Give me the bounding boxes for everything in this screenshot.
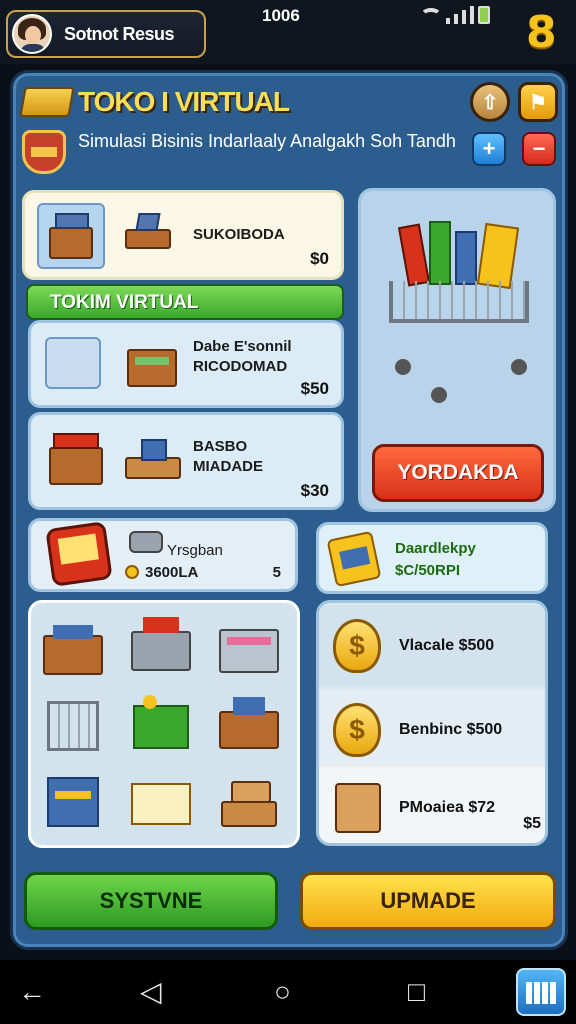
package-box-icon <box>335 783 381 833</box>
nav-recents-icon[interactable]: □ <box>408 978 425 1006</box>
wifi-icon <box>420 8 442 24</box>
snack-rack-icon[interactable] <box>217 615 281 679</box>
fruit-stand-icon[interactable] <box>129 691 193 755</box>
shop-crest-icon <box>22 130 66 174</box>
offer-item[interactable]: PMoaiea $72 $5 <box>319 767 545 843</box>
offers-list: $ Vlacale $500 $ Benbinc $500 PMoaiea $7… <box>316 600 548 846</box>
offer-item[interactable]: $ Vlacale $500 <box>319 605 545 687</box>
product-grid <box>28 600 300 848</box>
flag-icon: ⚑ <box>529 91 547 114</box>
avatar <box>12 14 52 54</box>
wire-basket-icon[interactable] <box>41 693 105 757</box>
register-thumbnail-icon <box>37 203 105 269</box>
grocery-shelf-icon[interactable] <box>129 613 193 677</box>
wheel-icon <box>395 359 411 375</box>
offer-badge: $5 <box>523 815 541 832</box>
shop-item-label: BASBO MIADADE <box>193 438 263 475</box>
cash-box-icon <box>326 530 382 588</box>
nav-back-icon[interactable]: ◁ <box>140 978 162 1006</box>
dollar-coin-icon: $ <box>333 619 381 673</box>
offer-label: Vlacale $500 <box>399 637 495 654</box>
shop-item-price: $30 <box>300 481 329 500</box>
signal-bar-icon <box>462 10 466 24</box>
wheel-icon <box>511 359 527 375</box>
up-arrow-button[interactable]: ⇧ <box>470 82 510 122</box>
minus-icon: − <box>532 136 546 161</box>
revenue-card[interactable]: Yrsgban 3600LA 5 <box>28 518 298 592</box>
display-stand-icon <box>45 427 107 489</box>
title-row: TOKO I VIRTUAL <box>19 86 290 118</box>
signal-bar-icon <box>454 14 458 24</box>
remove-button[interactable]: − <box>522 132 556 166</box>
dollar-coin-icon: $ <box>333 703 381 757</box>
back-arrow-icon[interactable]: ← <box>18 978 46 1006</box>
signal-bar-icon <box>470 6 474 24</box>
signal-bar-icon <box>446 18 450 24</box>
offer-label: PMoaiea $72 <box>399 799 496 816</box>
shelf-icon <box>125 337 181 391</box>
flag-button[interactable]: ⚑ <box>518 82 558 122</box>
revenue-count: 5 <box>272 564 281 581</box>
revenue-label: Yrsgban <box>167 542 223 559</box>
add-button[interactable]: + <box>472 132 506 166</box>
cashier-desk-icon <box>123 435 183 485</box>
shop-item-price: $50 <box>300 379 329 398</box>
upgrade-button[interactable]: UPMADE <box>300 872 556 930</box>
scanner-icon <box>129 531 163 553</box>
coin-icon <box>125 565 139 579</box>
shop-item-price: $0 <box>310 249 329 268</box>
produce-shelf-icon[interactable] <box>41 617 105 681</box>
shop-item-card[interactable]: Dabe E'sonnil RICODOMAD $50 <box>28 320 344 408</box>
clock: 1006 <box>262 6 300 25</box>
open-crate-icon[interactable] <box>129 769 193 833</box>
offer-item[interactable]: $ Benbinc $500 <box>319 689 545 771</box>
corner-badge[interactable]: 8 <box>526 8 557 58</box>
shop-item-label: Dabe E'sonnil RICODOMAD <box>193 338 292 375</box>
page-title: TOKO I VIRTUAL <box>78 86 290 117</box>
drinks-shelf-icon[interactable] <box>217 693 281 757</box>
daily-value: $C/50RPI <box>395 562 461 579</box>
profile-badge[interactable]: Sotnot Resus <box>6 10 206 58</box>
battery-icon <box>478 6 490 24</box>
plus-icon: + <box>482 136 496 161</box>
shop-item-card[interactable]: BASBO MIADADE $30 <box>28 412 344 510</box>
calendar-app-icon[interactable] <box>516 968 566 1016</box>
treasure-chest-icon <box>19 87 75 117</box>
fridge-icon <box>45 337 101 389</box>
shopping-cart-icon <box>383 219 533 331</box>
order-button[interactable]: YORDAKDA <box>372 444 544 502</box>
page-subtitle: Simulasi Bisinis Indarlaaly Analgakh Soh… <box>78 131 456 151</box>
status-icons <box>420 4 490 24</box>
stacked-boxes-icon[interactable] <box>217 771 281 835</box>
system-button[interactable]: SYSTVNE <box>24 872 278 930</box>
nav-home-icon[interactable]: ○ <box>274 978 291 1006</box>
counter-icon <box>123 211 173 255</box>
offer-label: Benbinc $500 <box>399 721 503 738</box>
profile-name: Sotnot Resus <box>64 23 175 44</box>
shop-item-card[interactable]: SUKOIBODA $0 <box>22 190 344 280</box>
shop-item-label: SUKOIBODA <box>193 226 285 243</box>
freezer-rack-icon[interactable] <box>41 769 105 833</box>
revenue-value: 3600LA <box>145 564 199 581</box>
wheel-icon <box>431 387 447 403</box>
section-banner: TOKIM VIRTUAL <box>26 284 344 320</box>
system-nav-bar: ← ◁ ○ □ <box>0 960 576 1024</box>
daily-card[interactable]: Daardlekpy $C/50RPI <box>316 522 548 594</box>
up-arrow-icon: ⇧ <box>481 91 499 114</box>
cash-register-icon <box>45 521 113 587</box>
daily-label: Daardlekpy <box>395 540 476 557</box>
